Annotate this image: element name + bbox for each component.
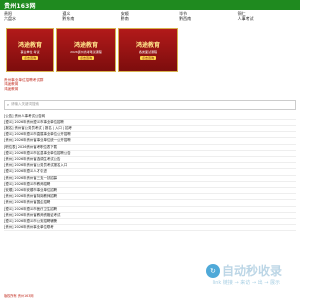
banner-3[interactable]: 鸿途教育 各类面试课程 点击咨询 <box>118 27 178 72</box>
watermark: ↻ 自动秒收录 <box>205 262 282 279</box>
nav-link[interactable]: 黔东南 <box>62 16 120 21</box>
banner-title: 鸿途教育 <box>73 41 98 49</box>
header: 贵州163网 <box>0 0 300 10</box>
nav-link[interactable]: 人事考试 <box>238 16 296 21</box>
banner-2[interactable]: 鸿途教育 2026贵州省考笔试课程 点击咨询 <box>56 27 116 72</box>
banner-title: 鸿途教育 <box>17 41 42 49</box>
site-logo[interactable]: 贵州163网 <box>4 1 36 10</box>
search-bar[interactable]: ⌕ 请输入关键词搜索 <box>4 99 296 110</box>
watermark-sub: link 链接 → 来访 → 出 → 展示 <box>212 280 280 286</box>
banner-title: 鸿途教育 <box>135 41 160 49</box>
footer-text: 版权所有 贵州163网 <box>4 294 34 298</box>
watermark-icon: ↻ <box>205 263 220 278</box>
watermark-text: 自动秒收录 <box>221 264 282 278</box>
banner-cta[interactable]: 点击咨询 <box>21 55 38 60</box>
banner-row: 鸿途教育 事业单位 考试 点击咨询 鸿途教育 2026贵州省考笔试课程 点击咨询… <box>0 22 300 72</box>
banner-sub: 事业单位 考试 <box>20 49 40 54</box>
banner-sub: 2026贵州省考笔试课程 <box>70 49 102 54</box>
nav-link[interactable]: 黔南 <box>121 16 179 21</box>
banner-cta[interactable]: 点击咨询 <box>77 55 94 60</box>
nav-link[interactable]: 安顺 <box>121 11 179 16</box>
search-placeholder: 请输入关键词搜索 <box>11 102 39 107</box>
banner-cta[interactable]: 点击咨询 <box>139 55 156 60</box>
list-item[interactable]: [贵州] 2026年贵州事业单位联考 <box>4 225 296 232</box>
promo-links: 贵州事业单位招聘考试群 鸿途教育 鸿途教育 <box>0 72 300 92</box>
banner-sub: 各类面试课程 <box>138 49 157 54</box>
promo-link[interactable]: 鸿途教育 <box>4 87 296 92</box>
nav-link[interactable]: 黔西南 <box>179 16 237 21</box>
nav: 贵阳 遵义 安顺 毕节 铜仁 六盘水 黔东南 黔南 黔西南 人事考试 <box>0 10 300 22</box>
article-list: [公告] 贵州人事考试公告网 [遵义] 2026年贵州遵义市事业单位招聘 [报名… <box>0 110 300 232</box>
banner-1[interactable]: 鸿途教育 事业单位 考试 点击咨询 <box>6 27 54 72</box>
nav-link[interactable]: 六盘水 <box>4 16 62 21</box>
